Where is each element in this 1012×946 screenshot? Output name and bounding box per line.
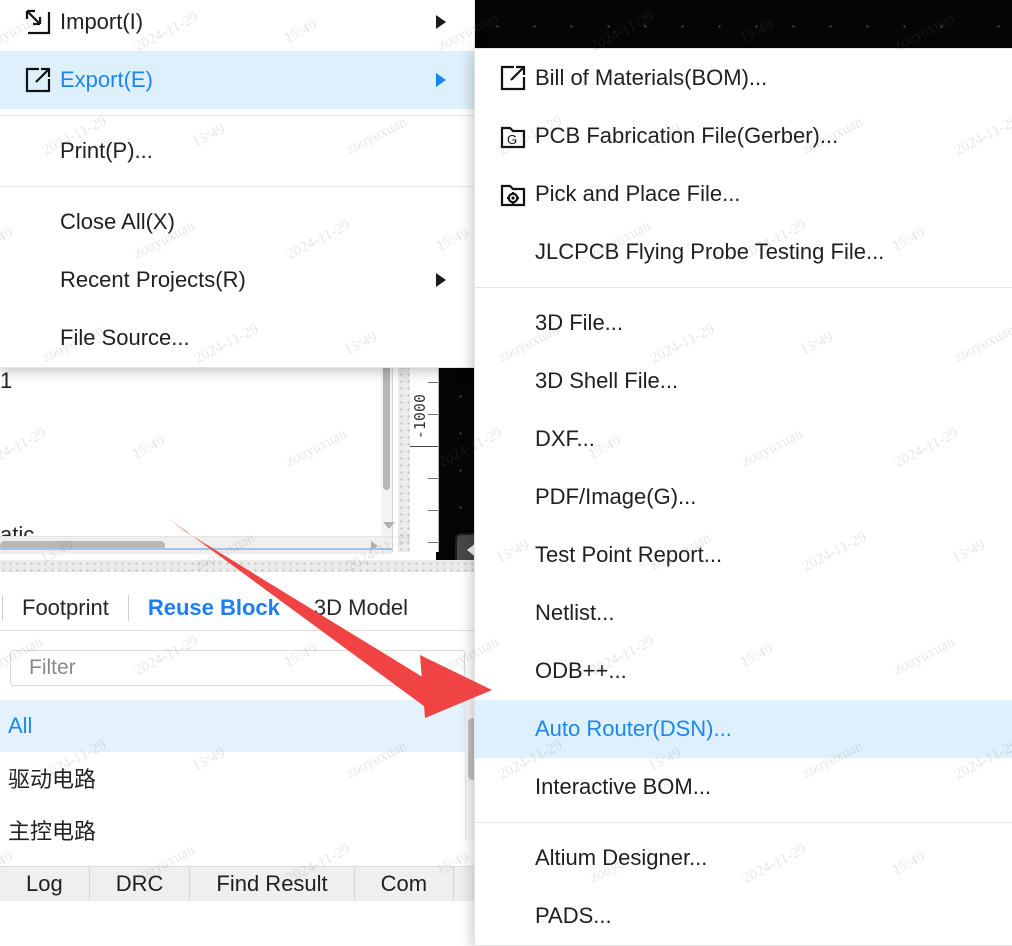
category-item-main-control-circuit[interactable]: 主控电路 xyxy=(0,804,470,856)
panel-bottom-accent xyxy=(0,548,392,550)
folder-g-icon: G xyxy=(491,121,535,151)
export-submenu-item-label: ODB++... xyxy=(535,658,627,683)
export-submenu-item-label: Bill of Materials(BOM)... xyxy=(535,65,768,90)
file-menu-item-label: Export(E) xyxy=(60,67,153,92)
folder-target-icon xyxy=(491,179,535,209)
file-menu-item-print-p[interactable]: Print(P)... xyxy=(0,122,474,180)
export-icon xyxy=(25,67,51,93)
export-submenu-item-label: DXF... xyxy=(535,426,595,451)
vertical-ruler: -1000 xyxy=(410,336,439,552)
menu-separator xyxy=(475,287,1012,288)
tab-divider xyxy=(127,595,129,621)
export-submenu-item-3d-shell-file[interactable]: 3D Shell File... xyxy=(475,352,1012,410)
export-submenu-item-test-point-report[interactable]: Test Point Report... xyxy=(475,526,1012,584)
export-submenu-item-label: 3D File... xyxy=(535,310,624,335)
left-tree-panel[interactable]: 1 atic xyxy=(0,336,395,554)
file-menu-item-label: Import(I) xyxy=(60,9,144,34)
chevron-right-icon xyxy=(436,15,446,29)
tab-divider xyxy=(2,595,3,621)
file-menu-item-label: File Source... xyxy=(60,325,190,350)
status-tab-find-result[interactable]: Find Result xyxy=(190,867,355,901)
status-tab-drc[interactable]: DRC xyxy=(90,867,191,901)
export-submenu-item-label: Interactive BOM... xyxy=(535,774,712,799)
export-submenu-item-pick-and-place-file[interactable]: Pick and Place File... xyxy=(475,165,1012,223)
export-submenu-item-3d-file[interactable]: 3D File... xyxy=(475,294,1012,352)
export-box-icon xyxy=(491,63,535,93)
export-submenu-item-label: JLCPCB Flying Probe Testing File... xyxy=(535,239,885,264)
menu-separator xyxy=(0,115,474,116)
export-submenu-item-auto-router-dsn[interactable]: Auto Router(DSN)... xyxy=(475,700,1012,758)
export-submenu-item-pdf-image-g[interactable]: PDF/Image(G)... xyxy=(475,468,1012,526)
tab-reuse-block[interactable]: Reuse Block xyxy=(131,595,297,621)
export-submenu-item-label: Altium Designer... xyxy=(535,845,708,870)
export-submenu-item-label: Netlist... xyxy=(535,600,615,625)
scroll-down-arrow-icon[interactable] xyxy=(383,522,395,529)
folder-target-icon xyxy=(500,184,526,207)
export-box-icon xyxy=(500,65,526,91)
tree-horizontal-scrollbar[interactable] xyxy=(0,536,392,554)
export-submenu-item-altium-designer[interactable]: Altium Designer... xyxy=(475,829,1012,887)
status-tab-compile[interactable]: Com xyxy=(355,867,455,901)
export-submenu-item-interactive-bom[interactable]: Interactive BOM... xyxy=(475,758,1012,816)
file-menu-item-label: Recent Projects(R) xyxy=(60,267,246,292)
export-submenu-item-label: PDF/Image(G)... xyxy=(535,484,697,509)
file-menu-item-label: Print(P)... xyxy=(60,138,153,163)
filter-input[interactable]: Filter xyxy=(10,650,465,686)
export-submenu-item-dxf[interactable]: DXF... xyxy=(475,410,1012,468)
export-submenu-item-label: PCB Fabrication File(Gerber)... xyxy=(535,123,839,148)
tab-3d-model[interactable]: 3D Model xyxy=(297,595,425,621)
import-icon xyxy=(25,9,51,35)
export-submenu-item-jlcpcb-flying-probe-testing-file[interactable]: JLCPCB Flying Probe Testing File... xyxy=(475,223,1012,281)
category-list: All 驱动电路 主控电路 xyxy=(0,700,470,856)
export-submenu-item-odb[interactable]: ODB++... xyxy=(475,642,1012,700)
menu-separator xyxy=(0,186,474,187)
status-tab-log[interactable]: Log xyxy=(0,867,90,901)
filter-placeholder: Filter xyxy=(29,656,76,679)
export-icon xyxy=(16,65,60,95)
export-submenu-item-label: Pick and Place File... xyxy=(535,181,741,206)
file-menu-item-label: Close All(X) xyxy=(60,209,175,234)
category-item-drive-circuit[interactable]: 驱动电路 xyxy=(0,752,470,804)
import-icon xyxy=(16,7,60,37)
svg-text:G: G xyxy=(507,132,517,147)
file-menu-item-export-e[interactable]: Export(E) xyxy=(0,51,474,109)
file-menu-item-recent-projects-r[interactable]: Recent Projects(R) xyxy=(0,251,474,309)
file-menu-item-import-i[interactable]: Import(I) xyxy=(0,0,474,51)
export-submenu-item-pads[interactable]: PADS... xyxy=(475,887,1012,945)
export-submenu-item-label: Test Point Report... xyxy=(535,542,723,567)
tree-text-top: 1 xyxy=(0,368,13,393)
chevron-right-icon xyxy=(436,273,446,287)
export-submenu-item-pcb-fabrication-file-gerber[interactable]: G PCB Fabrication File(Gerber)... xyxy=(475,107,1012,165)
file-menu-item-close-all-x[interactable]: Close All(X) xyxy=(0,193,474,251)
file-menu[interactable]: Import(I) Export(E) Print(P)... Close All(X… xyxy=(0,0,475,368)
export-submenu-item-label: Auto Router(DSN)... xyxy=(535,716,732,741)
tab-footprint[interactable]: Footprint xyxy=(5,595,126,621)
category-item-all[interactable]: All xyxy=(0,700,470,752)
chevron-right-icon xyxy=(436,73,446,87)
folder-g-icon: G xyxy=(500,126,526,149)
export-submenu[interactable]: Bill of Materials(BOM)... G PCB Fabricatio… xyxy=(474,48,1012,946)
ruler-dotted-margin xyxy=(398,336,410,552)
export-submenu-item-label: PADS... xyxy=(535,903,612,928)
export-submenu-item-bill-of-materials-bom[interactable]: Bill of Materials(BOM)... xyxy=(475,49,1012,107)
export-submenu-item-netlist[interactable]: Netlist... xyxy=(475,584,1012,642)
menu-separator xyxy=(475,822,1012,823)
export-submenu-item-label: 3D Shell File... xyxy=(535,368,679,393)
ruler-label: -1000 xyxy=(411,394,429,440)
file-menu-item-file-source[interactable]: File Source... xyxy=(0,309,474,367)
